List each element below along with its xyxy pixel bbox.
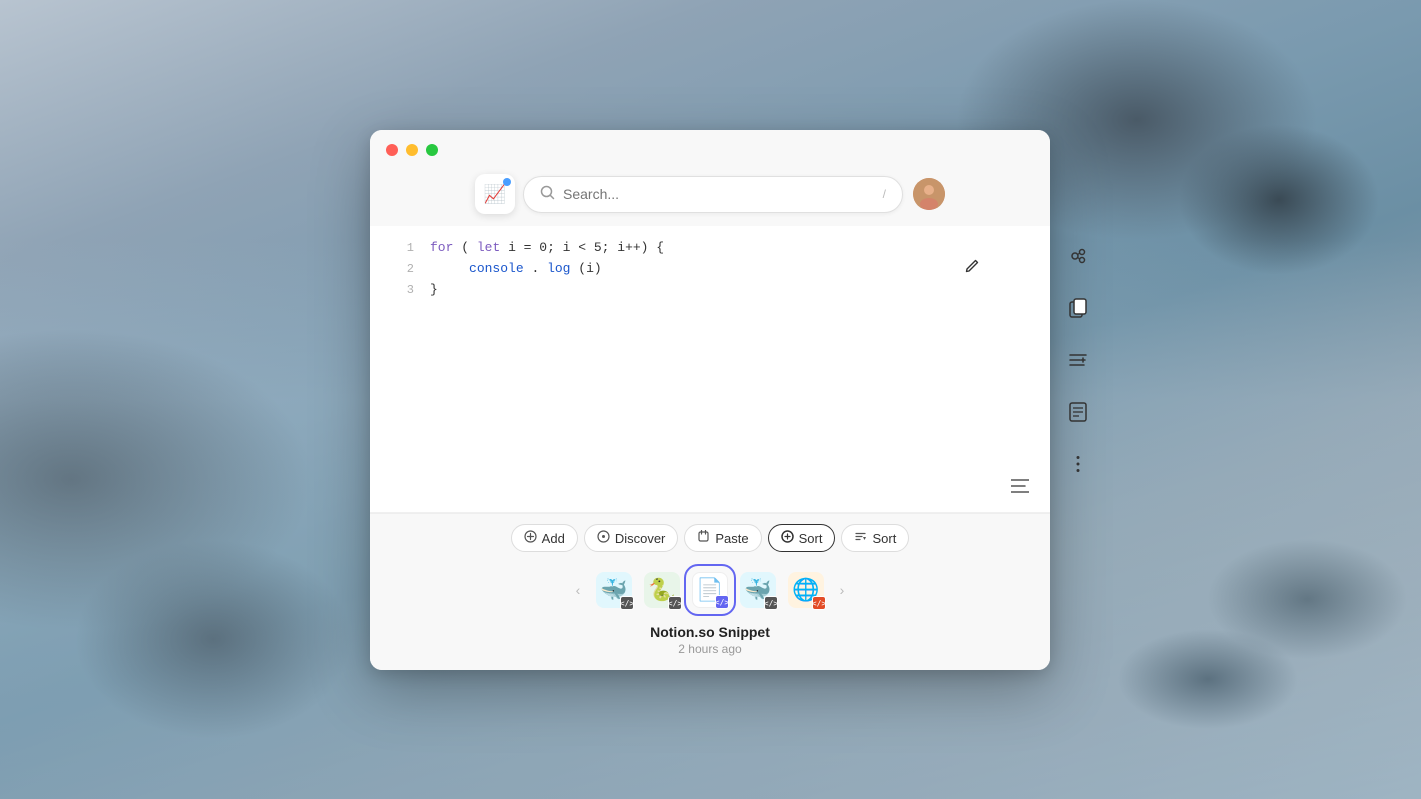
python-badge: </> xyxy=(668,596,682,610)
traffic-lights xyxy=(386,144,438,156)
docker2-badge: </> xyxy=(764,596,778,610)
docker-badge: </> xyxy=(620,596,634,610)
title-bar xyxy=(370,130,1050,166)
snippet-html[interactable]: 🌐 </> xyxy=(784,568,828,612)
connect-button[interactable] xyxy=(1060,238,1096,274)
snippet-notion[interactable]: 📄 </> xyxy=(688,568,732,612)
sort2-icon xyxy=(854,530,867,546)
edit-button-area xyxy=(956,250,988,282)
carousel-next[interactable]: › xyxy=(832,580,852,600)
logo-icon: 📈 xyxy=(484,184,506,205)
add-icon xyxy=(524,530,537,546)
connect-icon xyxy=(1068,246,1088,266)
discover-icon xyxy=(597,530,610,546)
code-content-1: for ( let i = 0; i < 5; i++) { xyxy=(430,238,1034,259)
code-line-1: 1 for ( let i = 0; i < 5; i++) { xyxy=(386,238,1034,259)
discover-button[interactable]: Discover xyxy=(584,524,679,552)
sort2-button[interactable]: Sort xyxy=(841,524,909,552)
notion-badge: </> xyxy=(715,595,729,609)
app-logo[interactable]: 📈 xyxy=(475,174,515,214)
code-content-3: } xyxy=(430,280,1034,301)
note-icon xyxy=(1069,402,1087,422)
sort1-label: Sort xyxy=(799,531,823,546)
search-input[interactable] xyxy=(563,186,875,202)
discover-label: Discover xyxy=(615,531,666,546)
close-button[interactable] xyxy=(386,144,398,156)
code-area[interactable]: 1 for ( let i = 0; i < 5; i++) { 2 conso… xyxy=(370,226,1050,513)
more-button[interactable] xyxy=(1060,446,1096,482)
snippet-docker2[interactable]: 🐳 </> xyxy=(736,568,780,612)
line-num-2: 2 xyxy=(386,259,414,279)
code-content-2: console . log (i) xyxy=(430,259,1034,280)
snippet-info: Notion.so Snippet 2 hours ago xyxy=(370,618,1050,670)
edit-button[interactable] xyxy=(956,250,988,282)
html-badge: </> xyxy=(812,596,826,610)
snippet-carousel: ‹ 🐳 </> 🐍 </> 📄 </> 🐳 </ xyxy=(370,560,1050,618)
pencil-icon xyxy=(964,258,980,274)
copy-icon xyxy=(1069,298,1087,318)
line-num-3: 3 xyxy=(386,280,414,300)
main-window: 📈 / 1 for xyxy=(370,130,1050,670)
carousel-prev[interactable]: ‹ xyxy=(568,580,588,600)
snippet-python[interactable]: 🐍 </> xyxy=(640,568,684,612)
right-sidebar xyxy=(1052,238,1104,482)
search-kbd: / xyxy=(883,187,886,201)
search-icon xyxy=(540,185,555,204)
align-button[interactable] xyxy=(1004,470,1036,502)
paste-label: Paste xyxy=(715,531,748,546)
bottom-toolbar: Add Discover Paste Sort xyxy=(370,513,1050,560)
filter-button[interactable] xyxy=(1060,342,1096,378)
add-button[interactable]: Add xyxy=(511,524,578,552)
paste-icon xyxy=(697,530,710,546)
code-block: 1 for ( let i = 0; i < 5; i++) { 2 conso… xyxy=(386,238,1034,300)
sort2-label: Sort xyxy=(872,531,896,546)
copy-button[interactable] xyxy=(1060,290,1096,326)
search-bar[interactable]: / xyxy=(523,176,903,213)
code-line-2: 2 console . log (i) xyxy=(386,259,1034,280)
sort1-button[interactable]: Sort xyxy=(768,524,836,552)
code-action-area xyxy=(1004,470,1036,502)
more-icon xyxy=(1076,455,1080,473)
add-label: Add xyxy=(542,531,565,546)
code-line-3: 3 } xyxy=(386,280,1034,301)
snippet-title: Notion.so Snippet xyxy=(370,624,1050,640)
snippet-docker[interactable]: 🐳 </> xyxy=(592,568,636,612)
line-num-1: 1 xyxy=(386,238,414,258)
notification-dot xyxy=(503,178,511,186)
maximize-button[interactable] xyxy=(426,144,438,156)
paste-button[interactable]: Paste xyxy=(684,524,761,552)
snippet-time: 2 hours ago xyxy=(370,642,1050,656)
filter-icon xyxy=(1068,351,1088,369)
align-icon xyxy=(1011,479,1029,493)
search-area: 📈 / xyxy=(370,166,1050,226)
avatar[interactable] xyxy=(913,178,945,210)
note-button[interactable] xyxy=(1060,394,1096,430)
minimize-button[interactable] xyxy=(406,144,418,156)
sort1-icon xyxy=(781,530,794,546)
